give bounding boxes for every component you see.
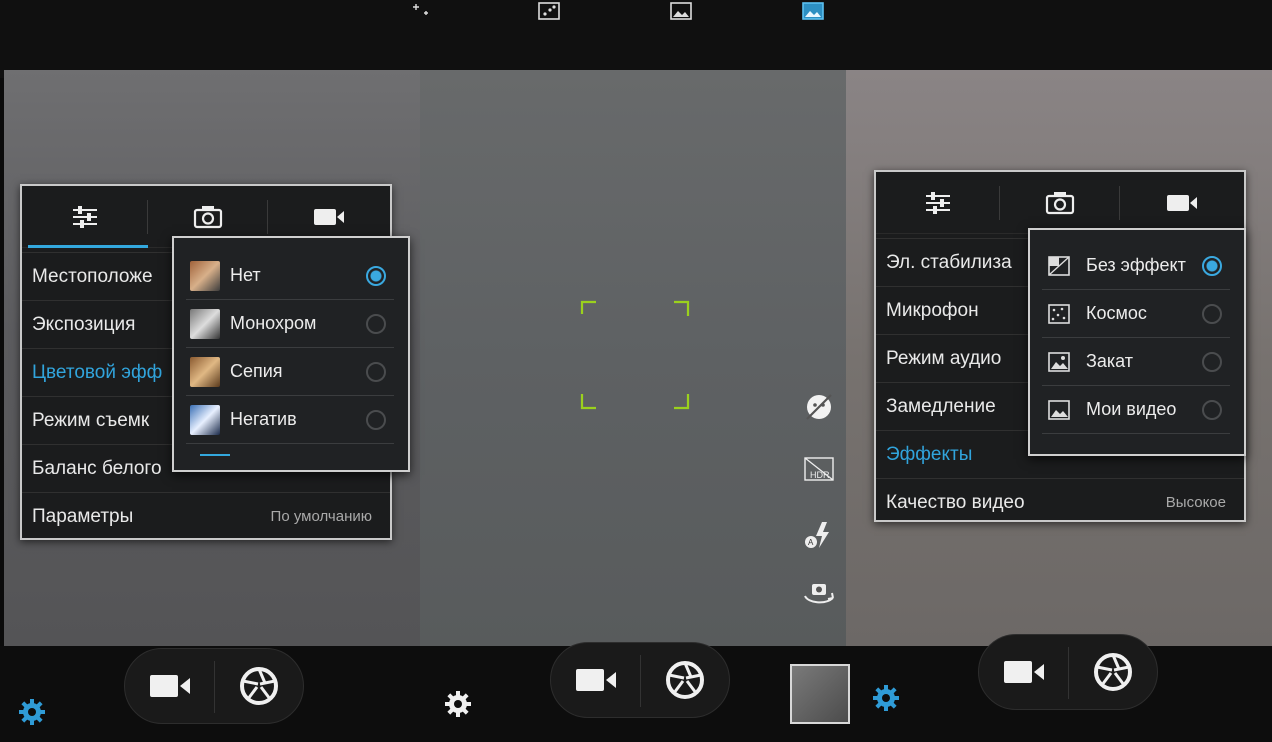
- camera-icon: [193, 206, 223, 229]
- shutter-button[interactable]: [1068, 635, 1157, 709]
- effect-label: Без эффект: [1086, 255, 1186, 275]
- face-detect-off-icon[interactable]: [802, 392, 836, 422]
- video-effect-popup: Без эффект Космос Закат Мои видео: [1028, 228, 1246, 456]
- effect-option[interactable]: Нет: [186, 252, 394, 300]
- video-landscape-icon[interactable]: [802, 2, 824, 20]
- setting-label: Режим съемк: [32, 409, 150, 431]
- effect-thumbnail: [190, 356, 220, 387]
- scroll-indicator: [200, 454, 230, 456]
- gallery-thumbnail[interactable]: [790, 664, 850, 724]
- radio-unselected[interactable]: [1202, 303, 1222, 324]
- effect-label: Мои видео: [1086, 399, 1177, 419]
- setting-value: По умолчанию: [270, 508, 372, 525]
- settings-gear-icon[interactable]: [18, 698, 46, 726]
- auto-flash-icon[interactable]: A: [802, 520, 836, 550]
- effect-label: Космос: [1086, 303, 1147, 323]
- space-icon: [1048, 303, 1070, 324]
- setting-label: Качество видео: [886, 491, 1025, 513]
- effect-option[interactable]: Негатив: [186, 396, 394, 444]
- setting-label: Микрофон: [886, 299, 979, 321]
- setting-label: Экспозиция: [32, 313, 136, 335]
- tab-general-settings[interactable]: [876, 172, 1000, 234]
- svg-text:A: A: [808, 538, 814, 547]
- tab-general-settings[interactable]: [22, 186, 148, 248]
- dots-icon[interactable]: [538, 2, 560, 20]
- sliders-icon: [926, 192, 950, 214]
- tab-video-settings[interactable]: [1120, 172, 1244, 234]
- record-video-button[interactable]: [551, 643, 640, 717]
- setting-value: Высокое: [1165, 494, 1226, 511]
- setting-label: Параметры: [32, 505, 134, 527]
- shutter-button[interactable]: [640, 643, 729, 717]
- effect-option[interactable]: Монохром: [186, 300, 394, 348]
- color-effect-popup: Нет Монохром Сепия Негатив: [172, 236, 410, 472]
- setting-label: Эффекты: [886, 443, 973, 465]
- capture-controls-center: [550, 642, 730, 718]
- effect-label: Монохром: [230, 313, 317, 333]
- shutter-icon: [665, 661, 704, 699]
- capture-controls-right: [978, 634, 1158, 710]
- settings-tabs: [876, 172, 1244, 234]
- switch-camera-icon[interactable]: [802, 578, 836, 608]
- setting-label: Эл. стабилиза: [886, 251, 1012, 273]
- effect-label: Закат: [1086, 351, 1134, 371]
- video-camera-icon: [1167, 195, 1197, 211]
- setting-row-parameters[interactable]: Параметры По умолчанию: [22, 492, 390, 540]
- radio-unselected[interactable]: [1202, 351, 1222, 372]
- effect-label: Сепия: [230, 361, 283, 381]
- tab-camera-settings[interactable]: [1000, 172, 1120, 234]
- effect-option[interactable]: Космос: [1042, 290, 1230, 338]
- radio-unselected[interactable]: [366, 409, 386, 430]
- record-video-button[interactable]: [979, 635, 1068, 709]
- effect-thumbnail: [190, 308, 220, 339]
- camera-preview-center[interactable]: HDR A: [420, 70, 852, 650]
- capture-controls-left: [124, 648, 304, 724]
- settings-gear-icon[interactable]: [444, 690, 472, 718]
- effect-label: Негатив: [230, 409, 297, 429]
- shutter-button[interactable]: [214, 649, 303, 723]
- shutter-icon: [239, 667, 278, 705]
- radio-unselected[interactable]: [1202, 399, 1222, 420]
- effect-label: Нет: [230, 265, 261, 285]
- camera-icon: [1045, 192, 1075, 215]
- hdr-icon[interactable]: HDR: [802, 454, 836, 484]
- sunset-icon: [1048, 351, 1070, 372]
- effect-thumbnail: [190, 404, 220, 435]
- my-video-icon: [1048, 399, 1070, 420]
- setting-label: Цветовой эфф: [32, 361, 163, 383]
- video-camera-icon: [149, 675, 190, 697]
- video-camera-icon: [1003, 661, 1044, 683]
- video-camera-icon: [575, 669, 616, 691]
- svg-text:HDR: HDR: [810, 470, 830, 480]
- effect-option[interactable]: Закат: [1042, 338, 1230, 386]
- landscape-icon[interactable]: [670, 2, 692, 20]
- sliders-icon: [73, 206, 97, 228]
- effect-thumbnail: [190, 260, 220, 291]
- radio-selected[interactable]: [366, 265, 386, 286]
- setting-label: Местоположе: [32, 265, 153, 287]
- radio-unselected[interactable]: [366, 313, 386, 334]
- radio-selected[interactable]: [1202, 255, 1222, 276]
- top-mode-bar: [0, 0, 1272, 78]
- effect-option[interactable]: Без эффект: [1042, 242, 1230, 290]
- settings-gear-icon[interactable]: [872, 684, 900, 712]
- radio-unselected[interactable]: [366, 361, 386, 382]
- shutter-icon: [1093, 653, 1132, 691]
- effect-option[interactable]: Сепия: [186, 348, 394, 396]
- video-camera-icon: [314, 209, 344, 225]
- setting-label: Баланс белого: [32, 457, 162, 479]
- effect-option[interactable]: Мои видео: [1042, 386, 1230, 434]
- record-video-button[interactable]: [125, 649, 214, 723]
- no-effect-icon: [1048, 255, 1070, 276]
- setting-label: Замедление: [886, 395, 996, 417]
- setting-label: Режим аудио: [886, 347, 1002, 369]
- focus-frame: [580, 300, 690, 410]
- sparkle-icon[interactable]: [412, 2, 434, 20]
- setting-row-video-quality[interactable]: Качество видео Высокое: [876, 478, 1244, 526]
